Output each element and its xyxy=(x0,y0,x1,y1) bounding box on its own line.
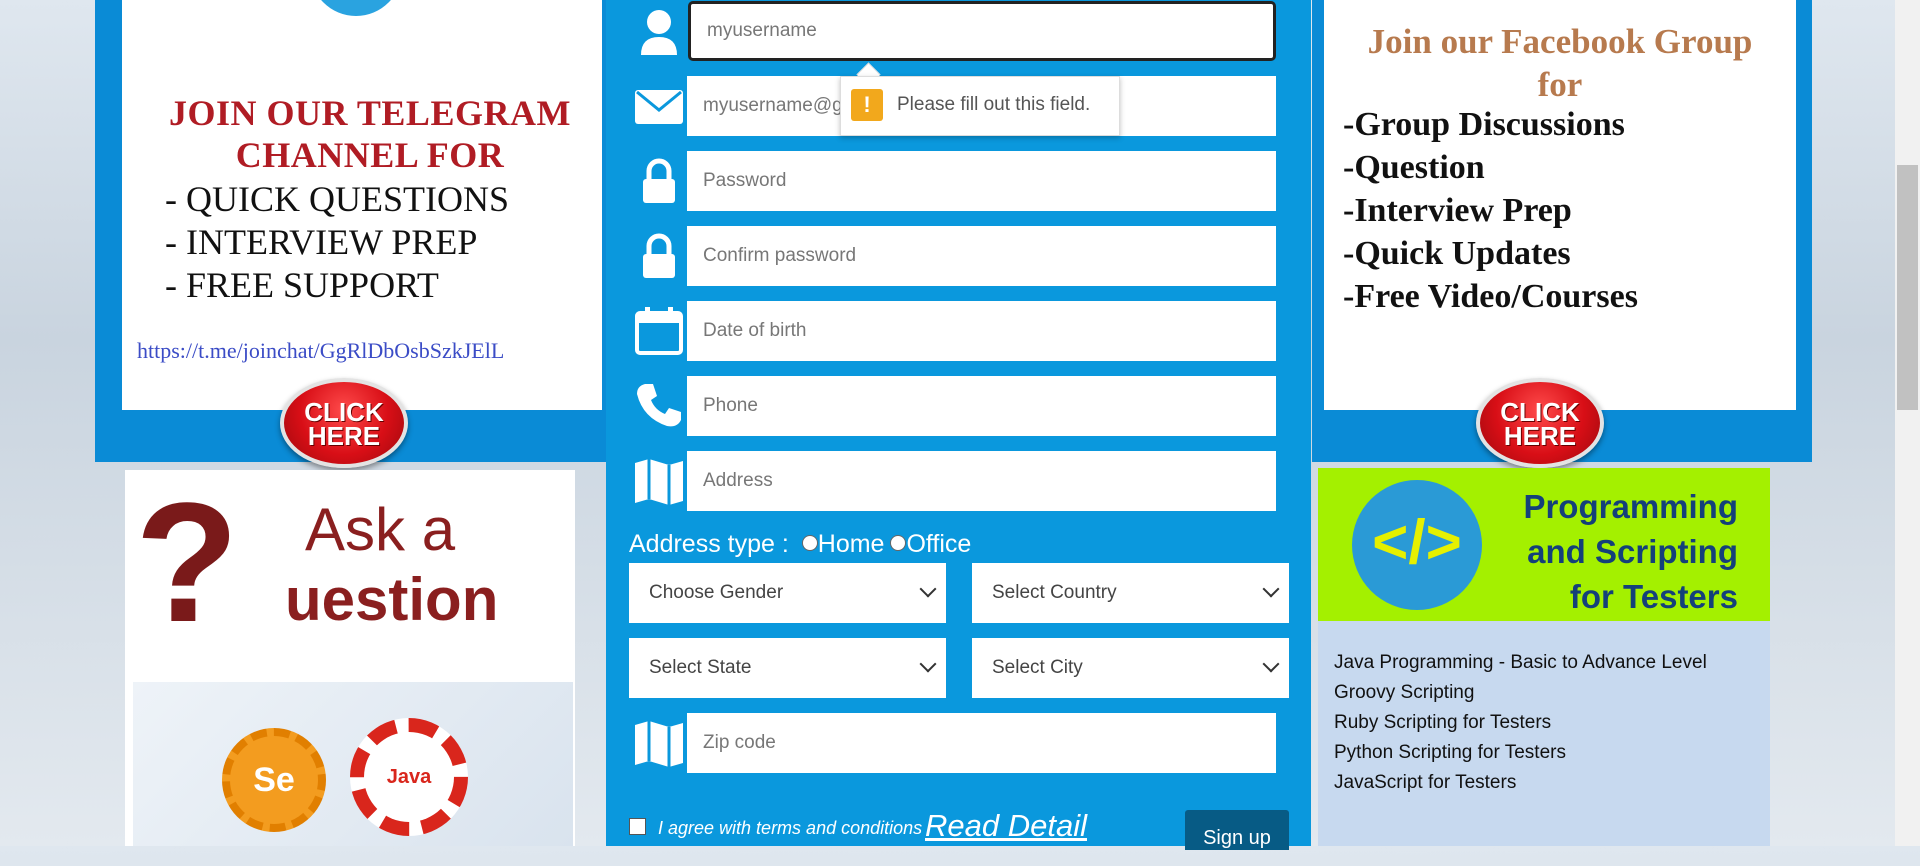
facebook-line: -Group Discussions xyxy=(1343,106,1625,143)
calendar-icon xyxy=(635,307,683,355)
telegram-title-line2: CHANNEL FOR xyxy=(235,135,505,175)
password-row xyxy=(629,151,1276,211)
chevron-down-icon xyxy=(1262,580,1280,598)
facebook-line: -Quick Updates xyxy=(1343,235,1571,272)
telegram-line: - QUICK QUESTIONS xyxy=(165,179,509,219)
code-icon: </> xyxy=(1352,480,1482,610)
address-row xyxy=(629,451,1276,511)
facebook-title-line2: for xyxy=(1537,65,1583,104)
facebook-line: -Interview Prep xyxy=(1343,192,1572,229)
read-detail-link[interactable]: Read Detail xyxy=(925,808,1087,844)
agree-checkbox[interactable] xyxy=(629,818,646,835)
chevron-down-icon xyxy=(919,655,937,673)
zip-row xyxy=(629,713,1276,773)
home-radio[interactable] xyxy=(801,535,818,551)
user-icon xyxy=(641,10,677,55)
chevron-down-icon xyxy=(919,580,937,598)
city-select-value: Select City xyxy=(992,657,1083,678)
state-select[interactable]: Select State xyxy=(629,638,946,698)
confirm-password-row xyxy=(629,226,1276,286)
tooltip-text: Please fill out this field. xyxy=(897,94,1091,115)
username-row xyxy=(629,1,1276,61)
gender-select-value: Choose Gender xyxy=(649,582,784,603)
office-label: Office xyxy=(906,530,972,558)
telegram-link[interactable]: https://t.me/joinchat/GgRlDbOsbSzkJElL xyxy=(137,338,504,364)
dob-row xyxy=(629,301,1276,361)
programming-title-line: for Testers xyxy=(1569,578,1738,615)
state-select-value: Select State xyxy=(649,657,752,678)
phone-icon xyxy=(637,384,681,427)
address-type-group: Address type : Home Office xyxy=(629,530,971,559)
city-select[interactable]: Select City xyxy=(972,638,1289,698)
question-mark-icon: ? xyxy=(135,468,239,658)
warning-icon: ! xyxy=(851,89,883,121)
signup-button[interactable]: Sign up xyxy=(1185,810,1289,850)
office-radio[interactable] xyxy=(890,535,907,551)
confirm-icon-cell xyxy=(629,226,687,286)
address-icon-cell xyxy=(629,451,687,511)
phone-input[interactable] xyxy=(687,376,1276,436)
selenium-gear-icon: Se xyxy=(222,728,326,832)
address-type-label: Address type : xyxy=(629,530,789,558)
password-icon-cell xyxy=(629,151,687,211)
zip-input[interactable] xyxy=(687,713,1276,773)
user-icon-cell xyxy=(629,1,687,61)
java-gear-icon: Java xyxy=(350,718,468,836)
facebook-title: Join our Facebook Group for xyxy=(1330,20,1790,106)
programming-link[interactable]: Java Programming - Basic to Advance Leve… xyxy=(1334,652,1707,674)
programming-title-line: and Scripting xyxy=(1527,533,1738,570)
programming-link[interactable]: Python Scripting for Testers xyxy=(1334,742,1566,764)
phone-icon-cell xyxy=(629,376,687,436)
agree-label: I agree with terms and conditions xyxy=(658,818,923,838)
address-input[interactable] xyxy=(687,451,1276,511)
envelope-icon xyxy=(635,90,683,124)
facebook-line: -Free Video/Courses xyxy=(1343,278,1638,315)
zip-icon-cell xyxy=(629,713,687,773)
click-label: HERE xyxy=(1503,421,1577,451)
ask-title-line1: Ask a xyxy=(305,496,456,563)
email-icon-cell xyxy=(629,76,687,136)
telegram-line: - INTERVIEW PREP xyxy=(165,222,478,262)
telegram-title-line1: JOIN OUR TELEGRAM xyxy=(169,93,571,133)
programming-title-line: Programming xyxy=(1523,488,1738,525)
scrollbar-thumb[interactable] xyxy=(1897,165,1918,410)
home-label: Home xyxy=(817,530,885,558)
validation-tooltip: ! Please fill out this field. xyxy=(840,76,1120,136)
facebook-click-here-button[interactable]: CLICK HERE xyxy=(1476,378,1604,468)
country-select[interactable]: Select Country xyxy=(972,563,1289,623)
facebook-line: -Question xyxy=(1343,149,1485,186)
password-input[interactable] xyxy=(687,151,1276,211)
map-icon xyxy=(635,459,683,505)
chevron-down-icon xyxy=(1262,655,1280,673)
programming-link[interactable]: Ruby Scripting for Testers xyxy=(1334,712,1551,734)
country-select-value: Select Country xyxy=(992,582,1117,603)
ask-title-line2: uestion xyxy=(285,566,499,633)
lock-icon xyxy=(643,158,675,203)
agree-row: I agree with terms and conditions xyxy=(629,818,922,839)
programming-link[interactable]: Groovy Scripting xyxy=(1334,682,1474,704)
phone-row xyxy=(629,376,1276,436)
lock-icon xyxy=(643,233,675,278)
confirm-password-input[interactable] xyxy=(687,226,1276,286)
telegram-click-here-button[interactable]: CLICK HERE xyxy=(280,378,408,468)
programming-title: Programming and Scripting for Testers xyxy=(1490,484,1738,619)
telegram-title: JOIN OUR TELEGRAM CHANNEL FOR xyxy=(140,92,600,176)
click-label: HERE xyxy=(307,421,381,451)
facebook-title-line1: Join our Facebook Group xyxy=(1367,22,1753,61)
telegram-line: - FREE SUPPORT xyxy=(165,265,439,305)
gender-select[interactable]: Choose Gender xyxy=(629,563,946,623)
dob-input[interactable] xyxy=(687,301,1276,361)
programming-link[interactable]: JavaScript for Testers xyxy=(1334,772,1516,794)
username-input[interactable] xyxy=(688,1,1276,61)
page-scrollbar[interactable] xyxy=(1895,0,1920,846)
dob-icon-cell xyxy=(629,301,687,361)
map-icon xyxy=(635,721,683,767)
